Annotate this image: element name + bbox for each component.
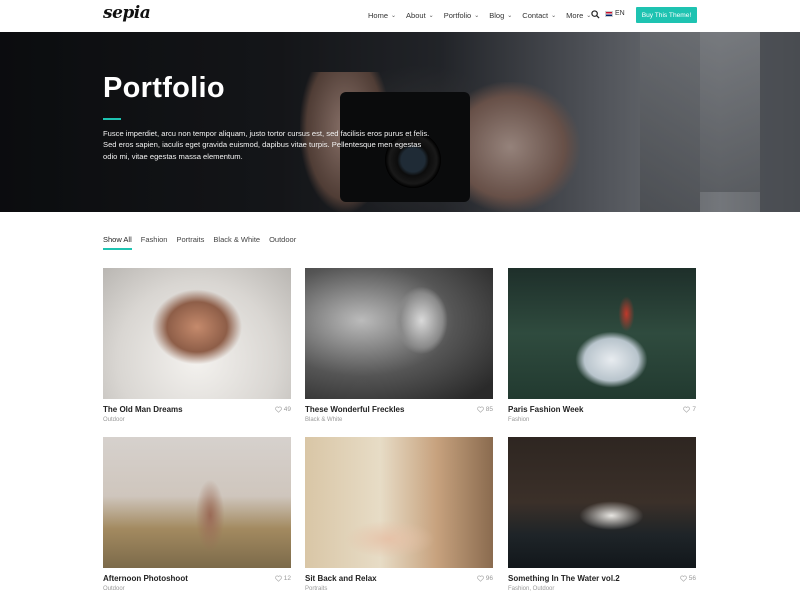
like-counter[interactable]: 12: [274, 575, 291, 582]
filter-outdoor[interactable]: Outdoor: [269, 235, 296, 250]
portfolio-image[interactable]: [305, 437, 493, 568]
heart-icon: [274, 575, 282, 582]
like-count: 7: [692, 406, 696, 413]
nav-about[interactable]: About ⌄: [406, 11, 434, 20]
like-counter[interactable]: 96: [476, 575, 493, 582]
like-counter[interactable]: 56: [679, 575, 696, 582]
item-category[interactable]: Outdoor: [103, 417, 125, 423]
like-count: 56: [688, 575, 696, 582]
portfolio-item[interactable]: Something In The Water vol.2 Fashion, Ou…: [508, 437, 696, 592]
like-counter[interactable]: 49: [274, 406, 291, 413]
item-category[interactable]: Black & White: [305, 417, 342, 423]
item-title[interactable]: Something In The Water vol.2: [508, 574, 620, 583]
nav-label: Home: [368, 10, 389, 20]
nav-more[interactable]: More ⌄: [566, 11, 591, 20]
heart-icon: [679, 575, 687, 582]
filter-portraits[interactable]: Portraits: [176, 235, 204, 250]
buy-theme-button[interactable]: Buy This Theme!: [636, 7, 697, 23]
like-count: 96: [485, 575, 493, 582]
item-category[interactable]: Outdoor: [103, 586, 125, 592]
hero-description: Fusce imperdiet, arcu non tempor aliquam…: [103, 129, 430, 161]
nav-label: Blog: [489, 10, 505, 20]
chevron-down-icon: ⌄: [474, 12, 480, 19]
site-header: sepia Home ⌄ About ⌄ Portfolio ⌄ Blog ⌄ Cont…: [0, 0, 800, 32]
nav-home[interactable]: Home ⌄: [368, 11, 396, 20]
item-title[interactable]: The Old Man Dreams: [103, 405, 183, 414]
chevron-down-icon: ⌄: [551, 12, 557, 19]
language-label: EN: [615, 10, 625, 17]
heart-icon: [274, 406, 282, 413]
filter-fashion[interactable]: Fashion: [141, 235, 168, 250]
portfolio-image[interactable]: [103, 437, 291, 568]
item-title[interactable]: These Wonderful Freckles: [305, 405, 404, 414]
like-count: 85: [485, 406, 493, 413]
portfolio-image[interactable]: [508, 437, 696, 568]
nav-label: Contact: [522, 10, 549, 20]
filter-black-white[interactable]: Black & White: [213, 235, 260, 250]
hero-banner: Portfolio Fusce imperdiet, arcu non temp…: [0, 32, 800, 212]
filter-show-all[interactable]: Show All: [103, 235, 132, 250]
portfolio-image[interactable]: [508, 268, 696, 399]
heart-icon: [476, 575, 484, 582]
item-title[interactable]: Sit Back and Relax: [305, 574, 377, 583]
page-title: Portfolio: [103, 72, 225, 104]
heart-icon: [476, 406, 484, 413]
item-category[interactable]: Fashion: [508, 417, 529, 423]
nav-label: More: [566, 10, 584, 20]
portfolio-item[interactable]: Sit Back and Relax Portraits 96: [305, 437, 493, 592]
title-accent-bar: [103, 118, 121, 120]
like-counter[interactable]: 85: [476, 406, 493, 413]
like-count: 49: [283, 406, 291, 413]
heart-icon: [683, 406, 691, 413]
nav-portfolio[interactable]: Portfolio ⌄: [444, 11, 480, 20]
item-title[interactable]: Afternoon Photoshoot: [103, 574, 188, 583]
item-title[interactable]: Paris Fashion Week: [508, 405, 583, 414]
portfolio-item[interactable]: Paris Fashion Week Fashion 7: [508, 268, 696, 423]
site-logo[interactable]: sepia: [103, 3, 151, 23]
search-icon[interactable]: [591, 10, 600, 19]
flag-icon: [605, 10, 613, 17]
chevron-down-icon: ⌄: [391, 12, 397, 19]
language-switcher[interactable]: EN: [605, 10, 625, 17]
like-count: 12: [283, 575, 291, 582]
portfolio-filters: Show All Fashion Portraits Black & White…: [103, 235, 305, 250]
nav-label: About: [406, 10, 426, 20]
portfolio-item[interactable]: The Old Man Dreams Outdoor 49: [103, 268, 291, 423]
main-nav: Home ⌄ About ⌄ Portfolio ⌄ Blog ⌄ Contact ⌄ M…: [368, 0, 601, 30]
portfolio-image[interactable]: [305, 268, 493, 399]
portfolio-item[interactable]: These Wonderful Freckles Black & White 8…: [305, 268, 493, 423]
portfolio-item[interactable]: Afternoon Photoshoot Outdoor 12: [103, 437, 291, 592]
like-counter[interactable]: 7: [683, 406, 696, 413]
chevron-down-icon: ⌄: [428, 12, 434, 19]
chevron-down-icon: ⌄: [507, 12, 513, 19]
hero-overlay: [0, 32, 800, 212]
item-category[interactable]: Portraits: [305, 586, 327, 592]
nav-contact[interactable]: Contact ⌄: [522, 11, 556, 20]
nav-label: Portfolio: [443, 10, 472, 20]
nav-blog[interactable]: Blog ⌄: [489, 11, 512, 20]
item-category[interactable]: Fashion, Outdoor: [508, 586, 554, 592]
portfolio-image[interactable]: [103, 268, 291, 399]
